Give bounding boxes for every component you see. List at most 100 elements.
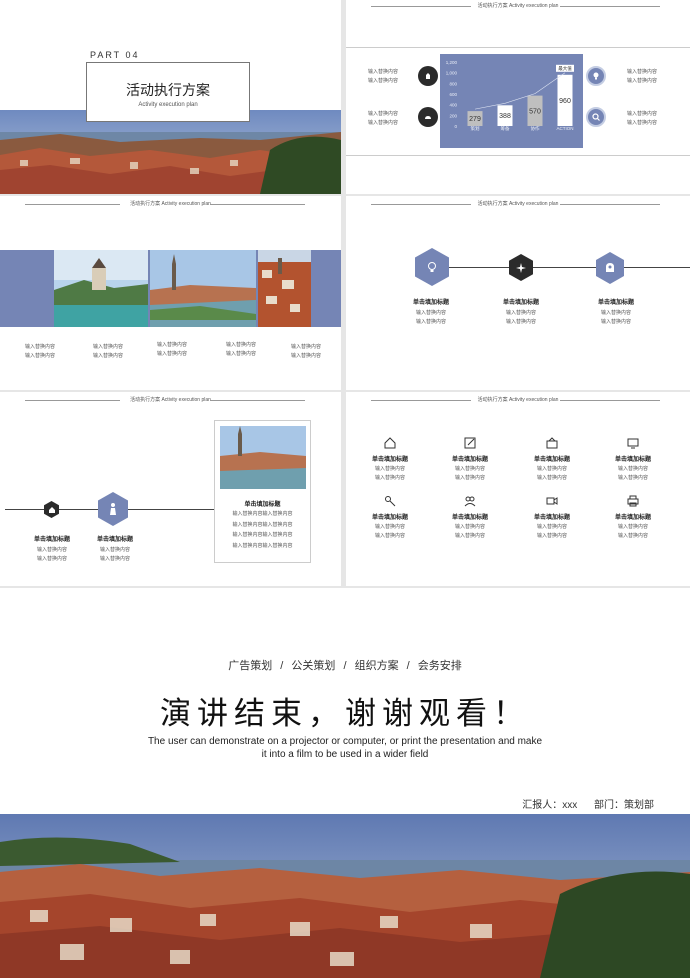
tag: 广告策划: [228, 660, 273, 672]
item-line: 输入替换内容: [374, 466, 405, 472]
bar-value-label: 279: [469, 116, 481, 123]
y-tick-label: 400: [449, 103, 457, 108]
item-line: 输入替换内容: [536, 524, 567, 530]
river-city-photo: [150, 250, 256, 327]
slide-header: 活动执行方案 Activity execution plan: [346, 2, 690, 10]
y-tick-label: 800: [449, 81, 457, 86]
home-icon: [44, 501, 59, 518]
slide-title[interactable]: PART 04 活动执行方案 Activity execution plan: [0, 0, 341, 194]
item-title: 单击填加标题: [371, 457, 408, 463]
text-block: 输入替换内容 输入替换内容: [368, 69, 399, 84]
grid-item: 单击填加标题 输入替换内容 输入替换内容: [440, 436, 500, 483]
text-block: 输入替换内容 输入替换内容: [226, 342, 257, 357]
y-tick-label: 1,200: [446, 60, 458, 65]
bulb-icon: [586, 66, 606, 86]
card-lines: 输入替换内容输入替换内容 输入替换内容输入替换内容 输入替换内容输入替换内容 输…: [232, 511, 293, 549]
y-tick-label: 600: [449, 92, 457, 97]
item-line: 输入替换内容: [536, 466, 567, 472]
text-block: 输入替换内容 输入替换内容: [368, 111, 399, 126]
slide-title-text: 活动执行方案: [126, 82, 210, 98]
reporter: 汇报人：xxx: [522, 800, 578, 811]
river-city-photo: [220, 426, 306, 489]
grid-item: 单击填加标题 输入替换内容 输入替换内容: [603, 436, 663, 483]
monitor-icon: [627, 438, 639, 449]
slide-hex-timeline[interactable]: 活动执行方案 Activity execution plan 单击填加标题 输入…: [346, 196, 690, 390]
text-block: 输入替换内容 输入替换内容: [291, 344, 322, 359]
item-line: 输入替换内容: [454, 475, 485, 481]
item: 单击填加标题 输入替换内容 输入替换内容: [33, 537, 70, 562]
title-box[interactable]: 活动执行方案 Activity execution plan: [86, 62, 250, 122]
item-title: 单击填加标题: [451, 457, 488, 463]
item-title: 单击填加标题: [614, 515, 651, 521]
slide-header: 活动执行方案 Activity execution plan: [346, 396, 690, 404]
item-title: 单击填加标题: [371, 515, 408, 521]
closing-title: 演讲结束，谢谢观看！: [160, 696, 530, 731]
city-panorama-photo: [0, 814, 690, 978]
tag: 组织方案: [354, 660, 399, 672]
slide-icon-grid[interactable]: 活动执行方案 Activity execution plan 单击填加标题 输入替…: [346, 392, 690, 586]
search-icon: [586, 107, 606, 127]
text-block: 输入替换内容 输入替换内容: [627, 111, 658, 126]
text-block: 输入替换内容 输入替换内容: [93, 344, 124, 359]
item-title: 单击填加标题: [533, 515, 570, 521]
item-line: 输入替换内容: [536, 475, 567, 481]
card-title: 单击填加标题: [244, 502, 281, 508]
sparkle-icon: [509, 254, 533, 281]
y-tick-label: 200: [449, 113, 457, 118]
slide-header: 活动执行方案 Activity execution plan: [346, 200, 690, 208]
trend-line: [474, 72, 566, 110]
y-tick-label: 0: [454, 124, 457, 129]
max-tag-label: 最大值: [558, 65, 572, 72]
slide-photos[interactable]: 活动执行方案 Activity execution plan 输入替换内容 输入替…: [0, 196, 341, 390]
bulb-icon: [415, 248, 449, 286]
rooftops-photo: [258, 250, 311, 327]
cloud-icon: [418, 107, 438, 127]
grid-item: 单击填加标题 输入替换内容 输入替换内容: [522, 494, 582, 541]
bar-chart: 0 200 400 600 800 1,000 1,200 279 策划 388 筹备 570 协作 96…: [446, 60, 574, 132]
item-line: 输入替换内容: [374, 533, 405, 539]
x-tick-label: ACTION: [556, 126, 573, 131]
item: 单击填加标题 输入替换内容 输入替换内容: [412, 300, 449, 325]
divider-line: [346, 155, 690, 156]
item-line: 输入替换内容: [454, 524, 485, 530]
x-tick-label: 筹备: [501, 125, 510, 132]
item-line: 输入替换内容: [617, 533, 648, 539]
city-photo: [0, 110, 341, 194]
item-line: 输入替换内容: [374, 475, 405, 481]
x-tick-label: 协作: [531, 125, 540, 132]
users-icon: [464, 496, 476, 507]
item-title: 单击填加标题: [451, 515, 488, 521]
bar-value-label: 388: [499, 113, 511, 120]
divider-line: [346, 47, 690, 48]
bar-value-label: 960: [559, 98, 571, 105]
item-line: 输入替换内容: [374, 524, 405, 530]
slide-chart[interactable]: 活动执行方案 Activity execution plan 输入替换内容 输入替…: [346, 0, 690, 194]
tag-line: 广告策划 / 公关策划 / 组织方案 / 会务安排: [228, 660, 462, 672]
printer-icon: [627, 495, 639, 507]
item-title: 单击填加标题: [533, 457, 570, 463]
timeline-line: [431, 267, 690, 268]
text-block: 输入替换内容 输入替换内容: [627, 69, 658, 84]
castle-photo: [54, 250, 148, 327]
slide-header: 活动执行方案 Activity execution plan: [0, 396, 341, 404]
y-tick-label: 1,000: [446, 71, 458, 76]
head-gear-icon: [596, 252, 624, 284]
item: 单击填加标题 输入替换内容 输入替换内容: [597, 300, 634, 325]
description: The user can demonstrate on a projector …: [147, 736, 543, 760]
grid-item: 单击填加标题 输入替换内容 输入替换内容: [603, 494, 663, 541]
home-icon: [384, 437, 396, 449]
grid-item: 单击填加标题 输入替换内容 输入替换内容: [440, 494, 500, 541]
grid-item: 单击填加标题 输入替换内容 输入替换内容: [360, 436, 420, 483]
grid-item: 单击填加标题 输入替换内容 输入替换内容: [522, 436, 582, 483]
cart-icon: [546, 437, 558, 449]
item-line: 输入替换内容: [617, 524, 648, 530]
slide-card[interactable]: 活动执行方案 Activity execution plan 单击填加标题 输入…: [0, 392, 341, 586]
slide-closing[interactable]: 广告策划 / 公关策划 / 组织方案 / 会务安排 演讲结束，谢谢观看！ The…: [0, 588, 690, 978]
reporter-info: 汇报人：xxx 部门：策划部: [522, 796, 654, 811]
tag: 公关策划: [291, 660, 336, 672]
chart-panel[interactable]: 0 200 400 600 800 1,000 1,200 279 策划 388 筹备 570 协作 96…: [440, 54, 583, 148]
x-tick-label: 策划: [471, 125, 480, 132]
photo-card[interactable]: 单击填加标题 输入替换内容输入替换内容 输入替换内容输入替换内容 输入替换内容输…: [214, 420, 311, 563]
hand-icon: [418, 66, 438, 86]
text-block: 输入替换内容 输入替换内容: [25, 344, 56, 359]
